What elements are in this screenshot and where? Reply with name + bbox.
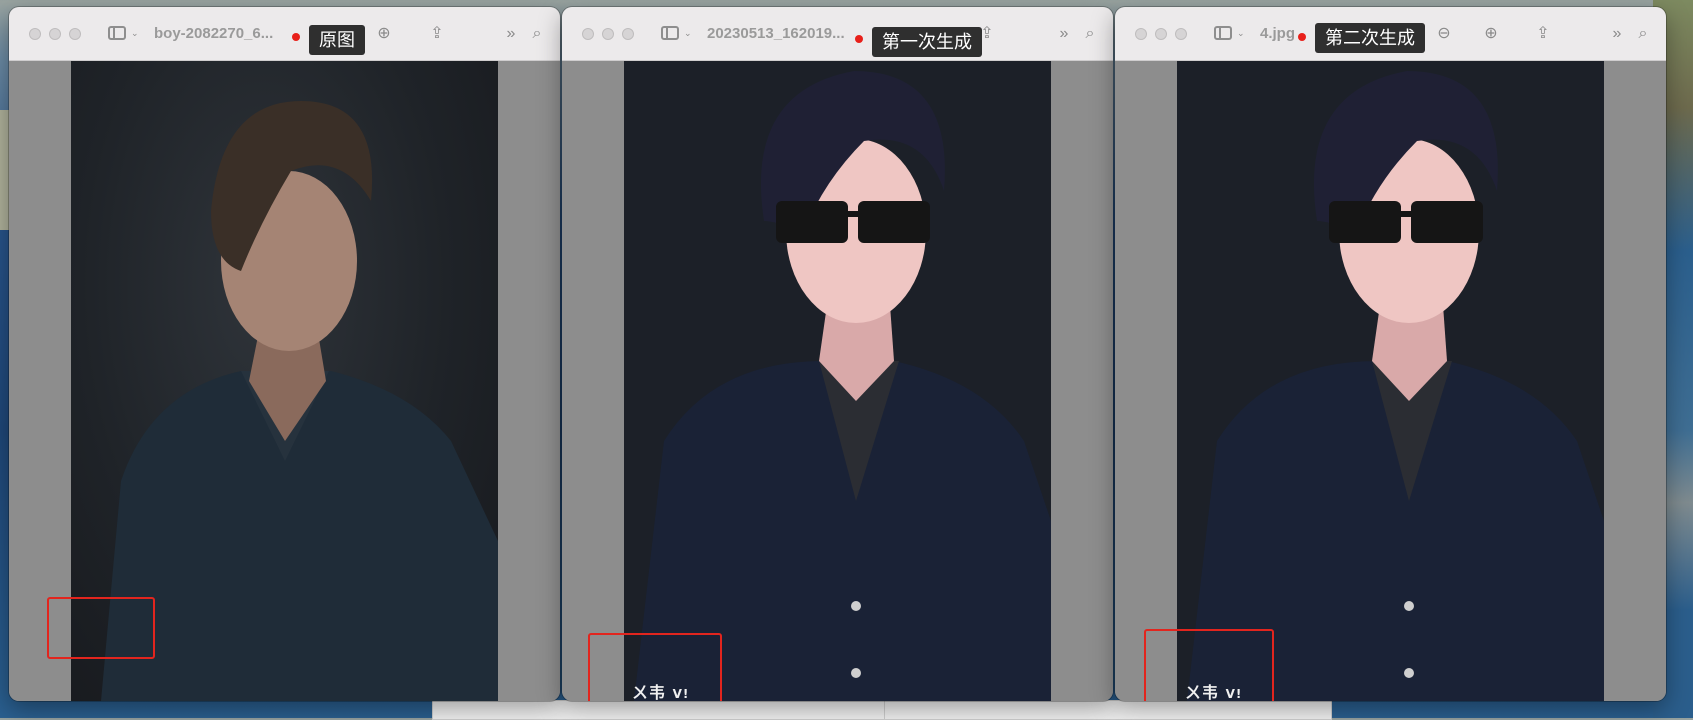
window-titlebar[interactable]: ⌄ 4.jpg 第二次生成 ⊖ ⊕ ⇪ » ⌕ <box>1115 7 1666 61</box>
annotation-dot <box>1298 33 1306 41</box>
highlight-box <box>47 597 155 659</box>
chevron-down-icon[interactable]: ⌄ <box>1237 28 1245 39</box>
tooltip-label: 第一次生成 <box>872 27 982 57</box>
sidebar-toggle-icon[interactable] <box>1214 26 1232 40</box>
minimize-button[interactable] <box>602 28 614 40</box>
background-window-edge <box>884 700 1332 720</box>
search-icon[interactable]: ⌕ <box>1079 23 1101 45</box>
zoom-in-icon[interactable]: ⊕ <box>373 23 395 45</box>
tooltip-label: 原图 <box>309 25 365 55</box>
chevron-double-right-icon[interactable]: » <box>500 23 522 45</box>
anime-portrait-illustration <box>634 71 1051 701</box>
zoom-out-icon[interactable]: ⊖ <box>1433 23 1455 45</box>
search-icon[interactable]: ⌕ <box>526 23 548 45</box>
minimize-button[interactable] <box>49 28 61 40</box>
annotation-dot <box>855 35 863 43</box>
sidebar-toggle-icon[interactable] <box>108 26 126 40</box>
search-icon[interactable]: ⌕ <box>1632 23 1654 45</box>
chevron-double-right-icon[interactable]: » <box>1053 23 1075 45</box>
highlight-box <box>1144 629 1274 701</box>
share-icon[interactable]: ⇪ <box>426 23 448 45</box>
zoom-button[interactable] <box>1175 28 1187 40</box>
share-icon[interactable]: ⇪ <box>1532 23 1554 45</box>
document-title[interactable]: boy-2082270_6... <box>154 23 273 45</box>
tooltip-label: 第二次生成 <box>1315 23 1425 53</box>
chevron-down-icon[interactable]: ⌄ <box>131 28 139 39</box>
close-button[interactable] <box>1135 28 1147 40</box>
close-button[interactable] <box>29 28 41 40</box>
highlight-box <box>588 633 722 701</box>
window-titlebar[interactable]: ⌄ boy-2082270_6... 原图 ⊕ ⇪ » ⌕ <box>9 7 560 61</box>
preview-window-original[interactable]: ⌄ boy-2082270_6... 原图 ⊕ ⇪ » ⌕ <box>9 7 560 701</box>
anime-portrait-illustration <box>1187 71 1604 701</box>
zoom-button[interactable] <box>622 28 634 40</box>
traffic-lights[interactable] <box>1135 28 1187 40</box>
close-button[interactable] <box>582 28 594 40</box>
background-window-edge <box>432 700 886 720</box>
document-title[interactable]: 20230513_162019... <box>707 23 845 45</box>
photo-first-generation <box>624 61 1051 701</box>
annotation-dot <box>292 33 300 41</box>
window-titlebar[interactable]: ⌄ 20230513_162019... 第一次生成 ⇪ » ⌕ <box>562 7 1113 61</box>
preview-window-second-generation[interactable]: ⌄ 4.jpg 第二次生成 ⊖ ⊕ ⇪ » ⌕ ㄨ韦 V! <box>1115 7 1666 701</box>
traffic-lights[interactable] <box>582 28 634 40</box>
minimize-button[interactable] <box>1155 28 1167 40</box>
sidebar-toggle-icon[interactable] <box>661 26 679 40</box>
chevron-double-right-icon[interactable]: » <box>1606 23 1628 45</box>
traffic-lights[interactable] <box>29 28 81 40</box>
chevron-down-icon[interactable]: ⌄ <box>684 28 692 39</box>
zoom-in-icon[interactable]: ⊕ <box>1480 23 1502 45</box>
zoom-button[interactable] <box>69 28 81 40</box>
share-icon[interactable]: ⇪ <box>976 23 998 45</box>
preview-window-first-generation[interactable]: ⌄ 20230513_162019... 第一次生成 ⇪ » ⌕ ㄨ韦 V! <box>562 7 1113 701</box>
photo-second-generation <box>1177 61 1604 701</box>
document-title[interactable]: 4.jpg <box>1260 23 1295 45</box>
